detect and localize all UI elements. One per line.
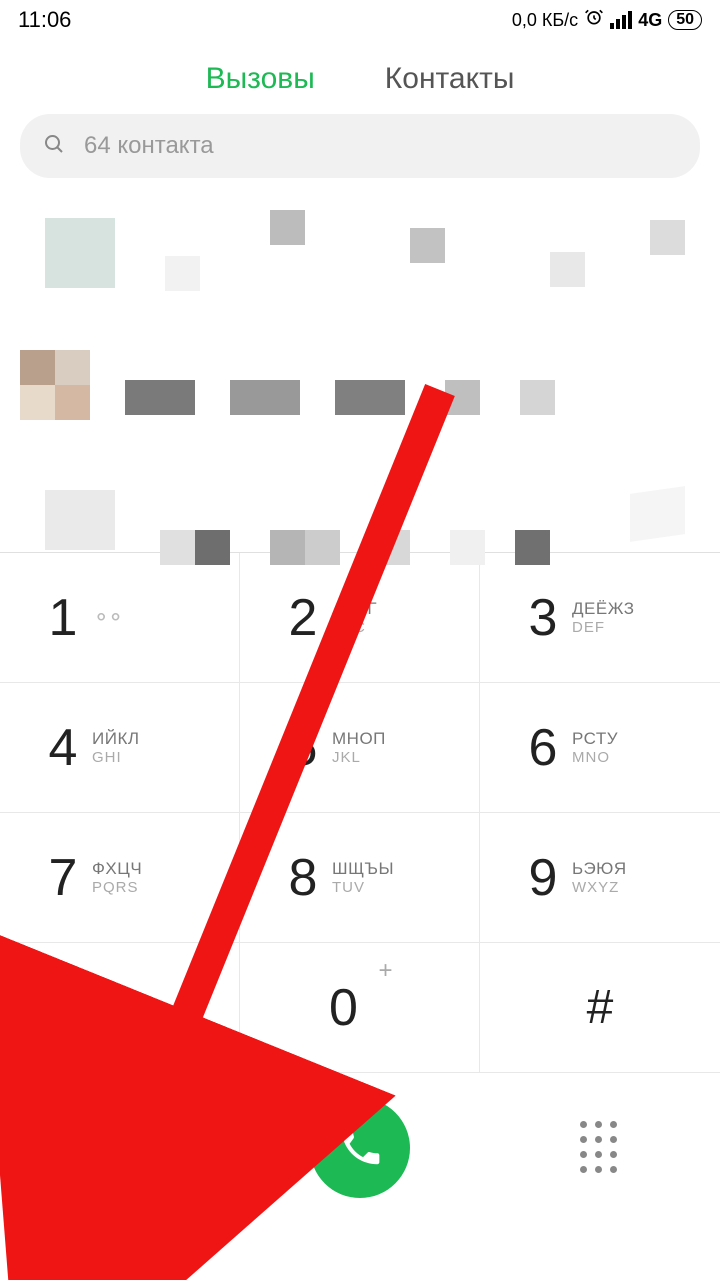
status-right: 0,0 КБ/с 4G 50 <box>512 7 702 33</box>
recent-calls-list[interactable] <box>0 192 720 552</box>
dialpad-toggle-button[interactable] <box>580 1121 620 1176</box>
dialpad-key-8[interactable]: 8 ШЩЪЫ TUV <box>240 813 480 943</box>
voicemail-icon: ⚬⚬ <box>92 605 121 631</box>
tab-contacts[interactable]: Контакты <box>385 62 515 96</box>
dialpad-key-5[interactable]: 5 МНОП JKL <box>240 683 480 813</box>
list-item[interactable] <box>20 490 700 600</box>
data-rate: 0,0 КБ/с <box>512 10 578 31</box>
plus-icon: + <box>378 957 392 985</box>
dialpad-key-star[interactable]: ✱ <box>0 943 240 1073</box>
menu-button[interactable] <box>102 1135 138 1161</box>
dialpad-key-9[interactable]: 9 ЬЭЮЯ WXYZ <box>480 813 720 943</box>
dialpad-key-hash[interactable]: # <box>480 943 720 1073</box>
list-item[interactable] <box>20 350 700 460</box>
search-placeholder: 64 контакта <box>84 132 214 160</box>
signal-icon <box>610 11 632 29</box>
search-bar[interactable]: 64 контакта <box>20 114 700 178</box>
battery-indicator: 50 <box>668 10 702 30</box>
tab-bar: Вызовы Контакты <box>0 40 720 114</box>
status-bar: 11:06 0,0 КБ/с 4G 50 <box>0 0 720 40</box>
alarm-icon <box>584 7 604 33</box>
phone-icon <box>337 1123 383 1174</box>
status-time: 11:06 <box>18 7 71 33</box>
network-label: 4G <box>638 10 662 31</box>
dialpad: 1 ⚬⚬ 2 АБВГ ABC 3 ДЕЁЖЗ DEF 4 ИЙКЛ GHI 5… <box>0 552 720 1073</box>
search-icon <box>42 132 66 161</box>
dialpad-key-4[interactable]: 4 ИЙКЛ GHI <box>0 683 240 813</box>
dialpad-key-6[interactable]: 6 РСТУ MNO <box>480 683 720 813</box>
list-item[interactable] <box>20 210 700 320</box>
dialpad-key-7[interactable]: 7 ФХЦЧ PQRS <box>0 813 240 943</box>
bottom-bar <box>0 1073 720 1223</box>
call-button[interactable] <box>310 1098 410 1198</box>
dialpad-key-0[interactable]: 0 + <box>240 943 480 1073</box>
tab-calls[interactable]: Вызовы <box>206 62 315 96</box>
